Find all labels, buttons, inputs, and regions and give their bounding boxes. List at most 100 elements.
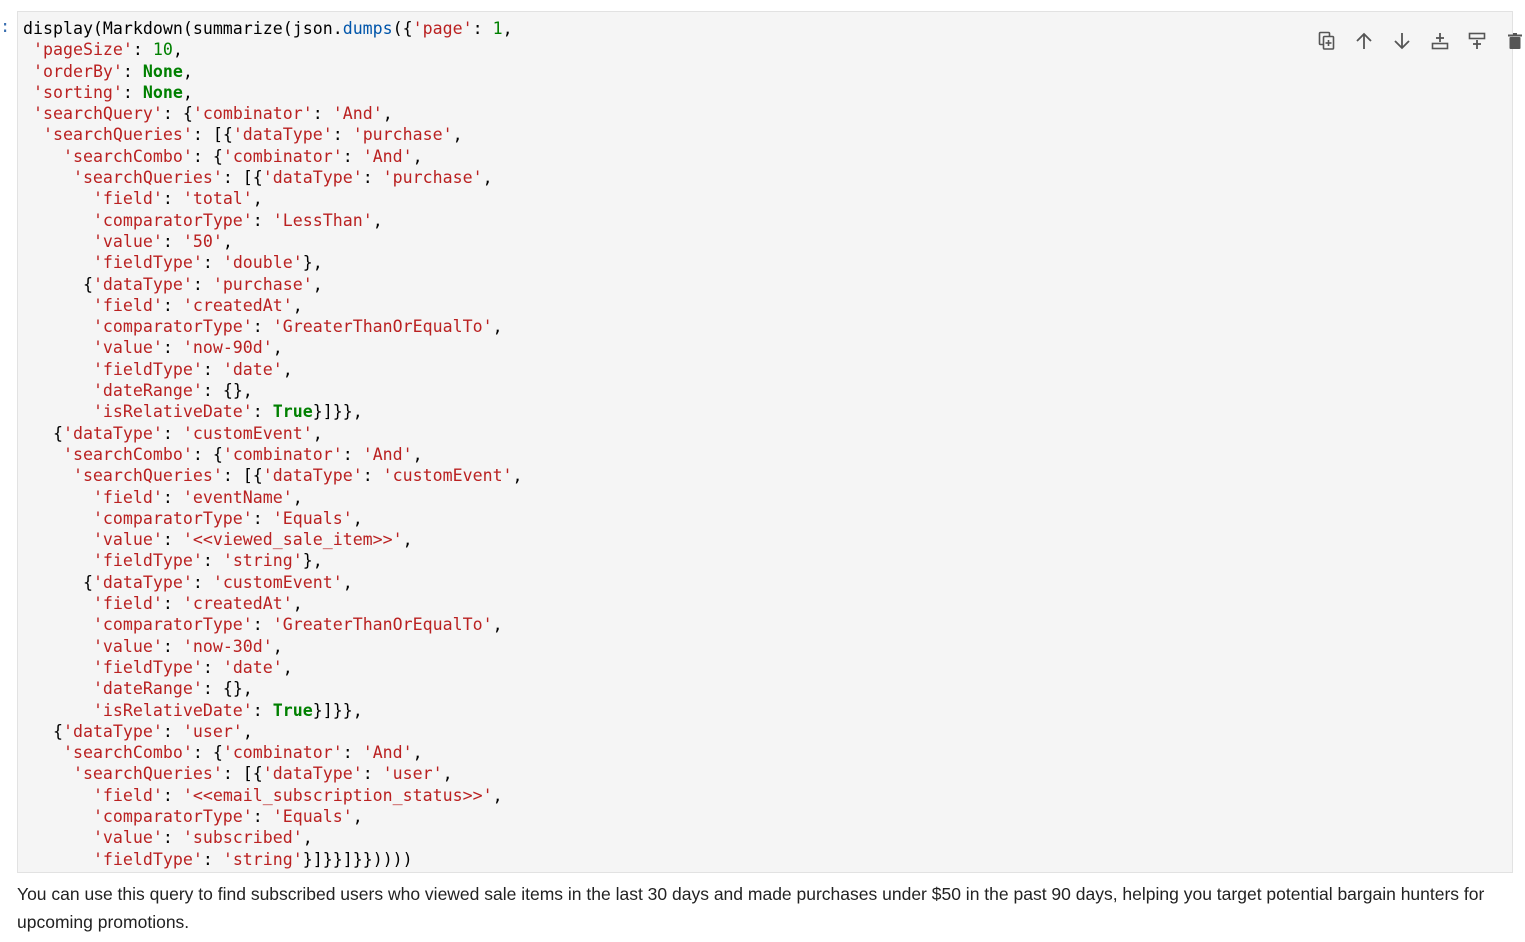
code-line: 'value': 'subscribed', xyxy=(23,827,523,848)
code-punct-token: { xyxy=(23,572,93,592)
code-number-token: 1 xyxy=(492,19,503,38)
code-line: {'dataType': 'purchase', xyxy=(23,274,523,295)
code-line: 'comparatorType': 'Equals', xyxy=(23,508,523,529)
code-punct-token: : xyxy=(202,253,223,273)
code-line: 'fieldType': 'date', xyxy=(23,359,523,380)
code-string-token: 'comparatorType' xyxy=(92,806,253,826)
code-string-token: 'createdAt' xyxy=(182,594,293,614)
code-punct-token: , xyxy=(412,444,423,464)
code-punct-token: { xyxy=(23,423,63,443)
code-punct-token xyxy=(23,551,93,570)
code-line: display(Markdown(summarize(json.dumps({'… xyxy=(23,18,523,39)
code-punct-token xyxy=(23,786,93,805)
code-string-token: '<<email_subscription_status>>' xyxy=(182,785,493,805)
code-line: 'searchQueries': [{'dataType': 'purchase… xyxy=(23,167,523,188)
code-string-token: 'combinator' xyxy=(222,444,343,464)
code-line: 'searchCombo': {'combinator': 'And', xyxy=(23,742,523,763)
code-line: 'field': 'createdAt', xyxy=(23,295,523,316)
code-punct-token xyxy=(23,211,93,230)
code-punct-token: : xyxy=(162,530,183,550)
code-punct-token: : xyxy=(162,785,183,805)
trash-icon xyxy=(1507,33,1522,49)
code-punct-token: : xyxy=(162,231,183,251)
code-content[interactable]: display(Markdown(summarize(json.dumps({'… xyxy=(23,18,523,870)
code-string-token: 'customEvent' xyxy=(212,572,343,592)
code-line: {'dataType': 'customEvent', xyxy=(23,423,523,444)
code-punct-token: { xyxy=(23,274,93,294)
code-string-token: 'dataType' xyxy=(262,764,363,784)
code-string-token: 'searchCombo' xyxy=(62,444,193,464)
code-string-token: 'comparatorType' xyxy=(92,508,253,528)
move-down-button[interactable] xyxy=(1383,28,1421,54)
code-string-token: 'orderBy' xyxy=(33,61,123,81)
code-string-token: 'value' xyxy=(92,530,163,550)
code-punct-token: , xyxy=(492,317,503,337)
cell-prompt: : xyxy=(0,17,11,37)
code-string-token: 'subscribed' xyxy=(182,828,303,848)
copy-icon xyxy=(1318,31,1335,50)
code-punct-token: : xyxy=(362,764,383,784)
code-punct-token: : { xyxy=(192,743,223,763)
code-punct-token: : xyxy=(202,359,223,379)
code-punct-token: : xyxy=(162,295,183,315)
code-string-token: 'And' xyxy=(362,444,413,464)
code-string-token: 'purchase' xyxy=(382,168,483,188)
code-punct-token xyxy=(23,637,93,656)
code-string-token: 'dataType' xyxy=(262,168,363,188)
move-up-button[interactable] xyxy=(1346,28,1384,54)
code-punct-token xyxy=(23,62,33,81)
code-line: 'pageSize': 10, xyxy=(23,39,523,60)
code-string-token: 'value' xyxy=(92,231,163,251)
code-punct-token: display(Markdown(summarize(json. xyxy=(23,19,343,38)
code-punct-token xyxy=(23,466,73,485)
code-punct-token: , xyxy=(492,615,503,635)
code-punct-token: , xyxy=(272,338,283,358)
code-keyword-token: True xyxy=(272,402,313,422)
code-punct-token xyxy=(23,764,73,783)
code-punct-token: , xyxy=(182,82,193,102)
code-string-token: '50' xyxy=(182,231,223,251)
code-string-token: 'And' xyxy=(362,146,413,166)
code-punct-token: : xyxy=(162,636,183,656)
code-punct-token xyxy=(23,743,63,762)
code-string-token: 'fieldType' xyxy=(92,253,203,273)
code-string-token: '<<viewed_sale_item>>' xyxy=(182,530,403,550)
code-punct-token: : xyxy=(162,828,183,848)
code-keyword-token: None xyxy=(142,82,183,102)
code-punct-token xyxy=(23,445,63,464)
duplicate-cell-button[interactable] xyxy=(1308,28,1346,54)
code-punct-token: : xyxy=(252,317,273,337)
code-punct-token: : xyxy=(202,849,223,869)
code-line: 'isRelativeDate': True}]}}, xyxy=(23,700,523,721)
code-string-token: 'createdAt' xyxy=(182,295,293,315)
code-line: 'comparatorType': 'Equals', xyxy=(23,806,523,827)
code-string-token: 'value' xyxy=(92,636,163,656)
delete-cell-button[interactable] xyxy=(1496,28,1525,54)
code-punct-token: { xyxy=(23,721,63,741)
code-string-token: 'GreaterThanOrEqualTo' xyxy=(272,317,493,337)
code-punct-token: : xyxy=(342,444,363,464)
code-punct-token: }, xyxy=(302,253,323,273)
code-punct-token: , xyxy=(242,721,253,741)
code-punct-token: : xyxy=(122,61,143,81)
insert-above-button[interactable] xyxy=(1421,28,1459,54)
code-keyword-token: True xyxy=(272,700,313,720)
code-punct-token: , xyxy=(312,423,323,443)
code-punct-token xyxy=(23,488,93,507)
code-punct-token: , xyxy=(382,104,393,124)
code-line: 'fieldType': 'double'}, xyxy=(23,252,523,273)
code-editor[interactable]: display(Markdown(summarize(json.dumps({'… xyxy=(17,11,1522,873)
code-line: 'fieldType': 'date', xyxy=(23,657,523,678)
code-line: 'field': '<<email_subscription_status>>'… xyxy=(23,785,523,806)
code-line: 'searchCombo': {'combinator': 'And', xyxy=(23,444,523,465)
code-punct-token xyxy=(23,40,33,59)
code-punct-token: , xyxy=(182,61,193,81)
code-punct-token xyxy=(23,147,63,166)
code-punct-token xyxy=(23,104,33,123)
insert-below-button[interactable] xyxy=(1458,28,1496,54)
code-punct-token: : xyxy=(162,189,183,209)
code-string-token: 'fieldType' xyxy=(92,849,203,869)
code-string-token: 'dataType' xyxy=(62,721,163,741)
code-punct-token: : xyxy=(162,721,183,741)
code-punct-token: : xyxy=(202,551,223,571)
